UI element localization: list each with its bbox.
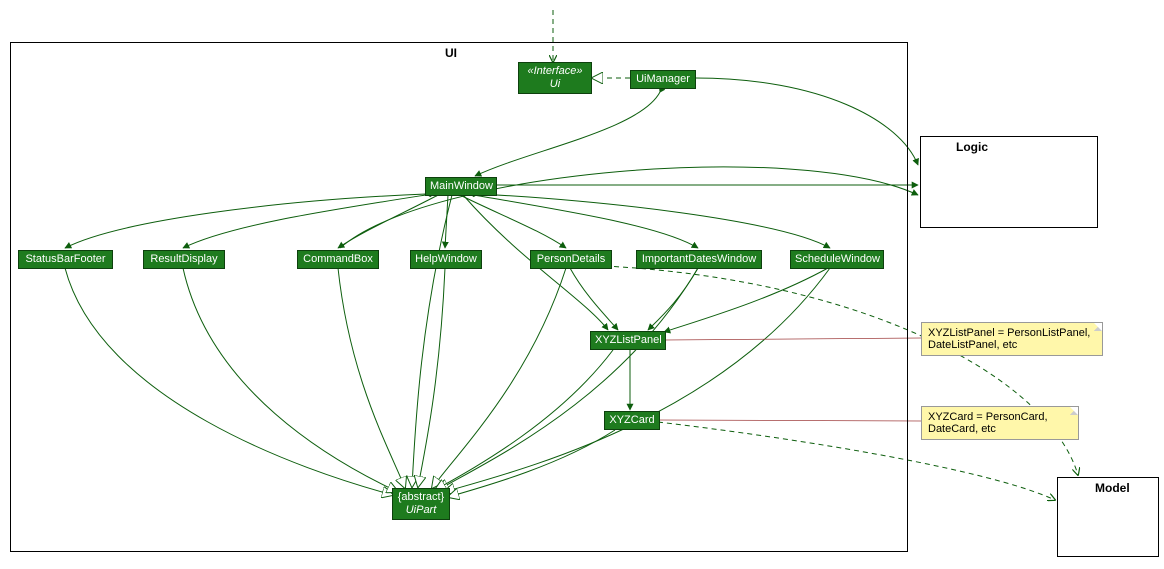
note-xyz-list-panel: XYZListPanel = PersonListPanel, DateList… (921, 322, 1103, 356)
class-ui-interface: «Interface» Ui (518, 62, 592, 94)
class-main-window: MainWindow (425, 177, 497, 196)
package-ui (10, 42, 908, 552)
class-ui-manager: UiManager (630, 70, 696, 89)
class-help-window: HelpWindow (410, 250, 482, 269)
note-xyz-card: XYZCard = PersonCard, DateCard, etc (921, 406, 1079, 440)
package-ui-title: UI (445, 46, 457, 60)
package-logic (920, 136, 1098, 228)
class-xyz-card: XYZCard (604, 411, 660, 430)
package-model-title: Model (1095, 481, 1130, 495)
package-logic-title: Logic (956, 140, 988, 154)
class-command-box: CommandBox (297, 250, 379, 269)
class-important-dates-window: ImportantDatesWindow (636, 250, 762, 269)
class-person-details: PersonDetails (530, 250, 612, 269)
class-schedule-window: ScheduleWindow (790, 250, 884, 269)
class-result-display: ResultDisplay (143, 250, 225, 269)
class-status-bar-footer: StatusBarFooter (18, 250, 113, 269)
class-ui-part: {abstract} UiPart (392, 488, 450, 520)
class-xyz-list-panel: XYZListPanel (590, 331, 666, 350)
